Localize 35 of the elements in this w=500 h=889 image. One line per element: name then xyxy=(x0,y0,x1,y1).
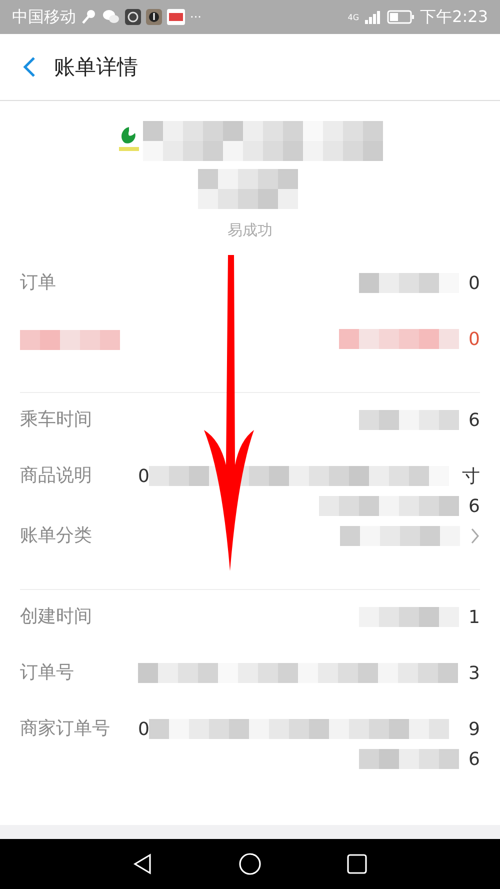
more-notifications: ··· xyxy=(190,10,202,24)
home-icon[interactable] xyxy=(238,852,262,876)
carrier-name: 中国移动 xyxy=(12,6,76,28)
field-value: 0 xyxy=(468,328,480,350)
field-label: 创建时间 xyxy=(20,605,93,629)
field-value: 6 xyxy=(468,748,480,770)
app-icon xyxy=(125,9,141,25)
field-value: 1 xyxy=(468,606,480,628)
field-value: 3 xyxy=(468,662,480,684)
chevron-right-icon xyxy=(470,527,480,545)
field-label: 乘车时间 xyxy=(20,408,93,432)
chat-icon xyxy=(102,9,120,25)
field-value: 0 xyxy=(138,466,150,486)
transaction-status: 易成功 xyxy=(228,221,272,240)
battery-icon xyxy=(387,9,416,25)
field-value: 6 xyxy=(468,496,480,516)
field-value: 6 xyxy=(468,410,480,430)
signal-icon xyxy=(364,9,382,25)
key-icon xyxy=(81,9,97,25)
back-triangle-icon[interactable] xyxy=(132,853,154,875)
field-label: 商家订单号 xyxy=(20,717,111,741)
field-value: 0 xyxy=(468,272,480,294)
field-label: 账单分类 xyxy=(20,524,93,548)
field-value: 9 xyxy=(468,718,480,740)
field-label: 商品说明 xyxy=(20,464,93,488)
page-title: 账单详情 xyxy=(54,54,138,81)
news-app-icon xyxy=(167,9,185,25)
recents-icon[interactable] xyxy=(346,853,368,875)
network-label: 4G xyxy=(348,12,360,22)
field-label: 订单号 xyxy=(20,661,75,685)
field-value: 寸 xyxy=(462,465,480,488)
field-value: 0 xyxy=(138,718,150,740)
field-label: 订单 xyxy=(20,271,57,295)
clock: 下午2:23 xyxy=(420,6,488,28)
back-chevron-icon xyxy=(22,56,36,78)
